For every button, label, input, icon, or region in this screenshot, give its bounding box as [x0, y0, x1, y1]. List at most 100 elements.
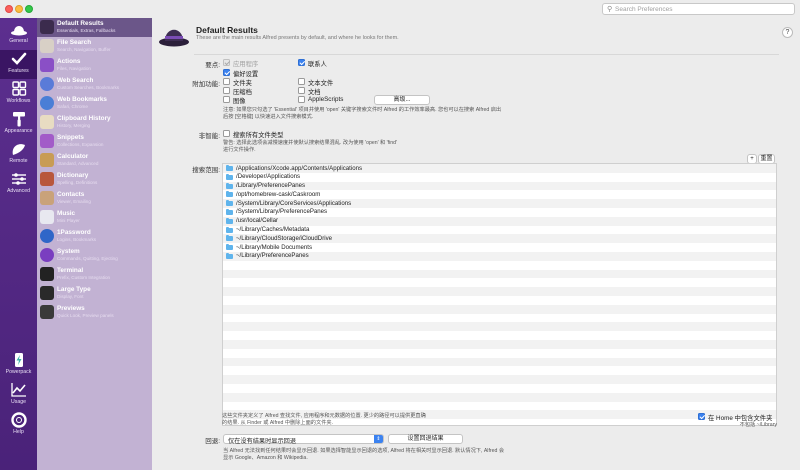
- scope-note-line2: 的结果. 从 Finder 或 Alfred 中删除上面的文件夹.: [222, 420, 333, 426]
- folder-icon: [226, 235, 233, 242]
- feature-title: Snippets: [57, 134, 84, 141]
- lifebuoy-icon: [10, 412, 27, 428]
- search-all-file-types-label: 搜索所有文件类型: [233, 132, 284, 139]
- nav-advanced[interactable]: Advanced: [0, 170, 37, 199]
- include-home-checkbox[interactable]: [698, 413, 705, 420]
- feature-contacts[interactable]: Contacts Viewer, Emailing: [37, 189, 152, 208]
- search-input[interactable]: [615, 4, 790, 14]
- feature-calculator[interactable]: Calculator Standard, Advanced: [37, 151, 152, 170]
- feature-dictionary[interactable]: Dictionary Spelling, Definitions: [37, 170, 152, 189]
- folder-icon: [226, 217, 233, 224]
- feature-subtitle: Quick Look, Preview panels: [57, 313, 114, 318]
- feature-snippets[interactable]: Snippets Collections, Expansion: [37, 132, 152, 151]
- scope-label: 搜索范围:: [192, 167, 220, 174]
- scope-path: /Applications/Xcode.app/Contents/Applica…: [236, 164, 363, 172]
- extras-note: 注意: 如果您只勾选了 'Essential' 项目并使用 'open' 关键字…: [223, 107, 501, 121]
- zoom-window-button[interactable]: [25, 5, 33, 13]
- empty-row: [223, 322, 776, 332]
- fallback-select[interactable]: 仅在没有结果时显示回退 ⇕: [223, 434, 384, 445]
- feature-default-results[interactable]: Default Results Essentials, Extras, Fall…: [37, 18, 152, 37]
- scope-path: /opt/homebrew-cask/Caskroom: [236, 190, 321, 198]
- intelligent-note: 警告: 选择此选项会减慢速度并使默认搜索结果混乱. 改为使用 'open' 和 …: [223, 140, 397, 154]
- images-checkbox[interactable]: [223, 96, 230, 103]
- archives-checkbox[interactable]: [223, 87, 230, 94]
- documents-label: 文档: [308, 89, 321, 96]
- feature-actions[interactable]: Actions Files, Navigation: [37, 56, 152, 75]
- table-row[interactable]: ~/Library/Mobile Documents: [223, 243, 776, 252]
- applescripts-label: AppleScripts: [308, 96, 344, 103]
- feature-terminal[interactable]: Terminal Prefix, Custom Integration: [37, 265, 152, 284]
- feature-previews[interactable]: Previews Quick Look, Preview panels: [37, 303, 152, 322]
- fallback-note-line2: 显示 Google、Amazon 和 Wikipedia.: [223, 455, 308, 461]
- nav-features-label: Features: [8, 68, 29, 74]
- nav-features[interactable]: Features: [0, 50, 37, 79]
- remote-icon: [12, 144, 25, 155]
- nav-usage[interactable]: Usage: [0, 381, 37, 410]
- table-row[interactable]: /Developer/Applications: [223, 173, 776, 182]
- table-row[interactable]: /Applications/Xcode.app/Contents/Applica…: [223, 164, 776, 173]
- table-row[interactable]: /System/Library/PreferencePanes: [223, 208, 776, 217]
- table-row[interactable]: ~/Library/PreferencePanes: [223, 251, 776, 261]
- nav-remote[interactable]: Remote: [0, 140, 37, 169]
- table-row[interactable]: /System/Library/CoreServices/Application…: [223, 199, 776, 208]
- calculator-icon: [40, 153, 54, 167]
- nav-appearance[interactable]: Appearance: [0, 110, 37, 139]
- feature-web-bookmarks[interactable]: Web Bookmarks Safari, Chrome: [37, 94, 152, 113]
- nav-usage-label: Usage: [11, 399, 26, 405]
- lightning-icon: [14, 353, 23, 367]
- contacts-checkbox[interactable]: [298, 59, 305, 66]
- feature-title: Terminal: [57, 267, 84, 274]
- advanced-button[interactable]: 高级...: [374, 95, 430, 105]
- sliders-icon: [11, 173, 26, 185]
- extras-note-line1: 注意: 如果您只勾选了 'Essential' 项目并使用 'open' 关键字…: [223, 107, 502, 113]
- setup-fallback-button[interactable]: 设置回退结果: [388, 434, 463, 444]
- feature-title: Music: [57, 210, 76, 217]
- empty-row: [223, 314, 776, 323]
- feature-subtitle: Mini Player: [57, 218, 80, 223]
- alfred-hat-icon: [159, 29, 189, 47]
- applications-label: 应用程序: [233, 61, 259, 68]
- table-row[interactable]: ~/Library/Caches/Metadata: [223, 226, 776, 235]
- feature-system[interactable]: System Commands, Quitting, Ejecting: [37, 246, 152, 265]
- table-row[interactable]: ~/Library/CloudStorage/iCloudDrive: [223, 234, 776, 244]
- minimize-window-button[interactable]: [15, 5, 23, 13]
- nav-general[interactable]: General: [0, 20, 37, 49]
- search-all-file-types-checkbox[interactable]: [223, 130, 230, 137]
- applescripts-checkbox[interactable]: [298, 96, 305, 103]
- search-scope-list[interactable]: /Applications/Xcode.app/Contents/Applica…: [222, 163, 777, 426]
- table-row[interactable]: /Library/PreferencePanes: [223, 181, 776, 191]
- nav-powerpack[interactable]: Powerpack: [0, 351, 37, 380]
- nav-workflows[interactable]: Workflows: [0, 80, 37, 109]
- feature-file-search[interactable]: File Search Search, Navigation, Buffer: [37, 37, 152, 56]
- fallback-select-value: 仅在没有结果时显示回退: [228, 438, 297, 445]
- feature-subtitle: Prefix, Custom Integration: [57, 275, 111, 280]
- empty-row: [223, 392, 776, 402]
- documents-checkbox[interactable]: [298, 87, 305, 94]
- nav-help-label: Help: [13, 429, 24, 435]
- feature-subtitle: Custom Searches, Bookmarks: [57, 85, 120, 90]
- search-preferences[interactable]: ⚲: [602, 3, 795, 15]
- preferences-checkbox[interactable]: [223, 69, 230, 76]
- file-search-icon: [40, 39, 54, 53]
- text-files-checkbox[interactable]: [298, 78, 305, 85]
- feature-music[interactable]: Music Mini Player: [37, 208, 152, 227]
- empty-row: [223, 402, 776, 411]
- empty-row: [223, 349, 776, 358]
- empty-row: [223, 331, 776, 340]
- feature-large-type[interactable]: Large Type Display, Font: [37, 284, 152, 303]
- table-row[interactable]: /usr/local/Cellar: [223, 216, 776, 226]
- folders-checkbox[interactable]: [223, 78, 230, 85]
- table-row[interactable]: /opt/homebrew-cask/Caskroom: [223, 190, 776, 199]
- search-icon: ⚲: [607, 6, 613, 13]
- folder-icon: [226, 191, 233, 198]
- feature-1password[interactable]: 1Password Logins, Bookmarks: [37, 227, 152, 246]
- help-button[interactable]: ?: [782, 27, 793, 38]
- feature-subtitle: Files, Navigation: [57, 66, 91, 71]
- empty-row: [223, 261, 776, 270]
- feature-web-search[interactable]: Web Search Custom Searches, Bookmarks: [37, 75, 152, 94]
- close-window-button[interactable]: [5, 5, 13, 13]
- globe-icon: [40, 77, 54, 91]
- checkmark-icon: [11, 52, 26, 65]
- feature-clipboard-history[interactable]: Clipboard History History, Merging: [37, 113, 152, 132]
- nav-help[interactable]: Help: [0, 411, 37, 440]
